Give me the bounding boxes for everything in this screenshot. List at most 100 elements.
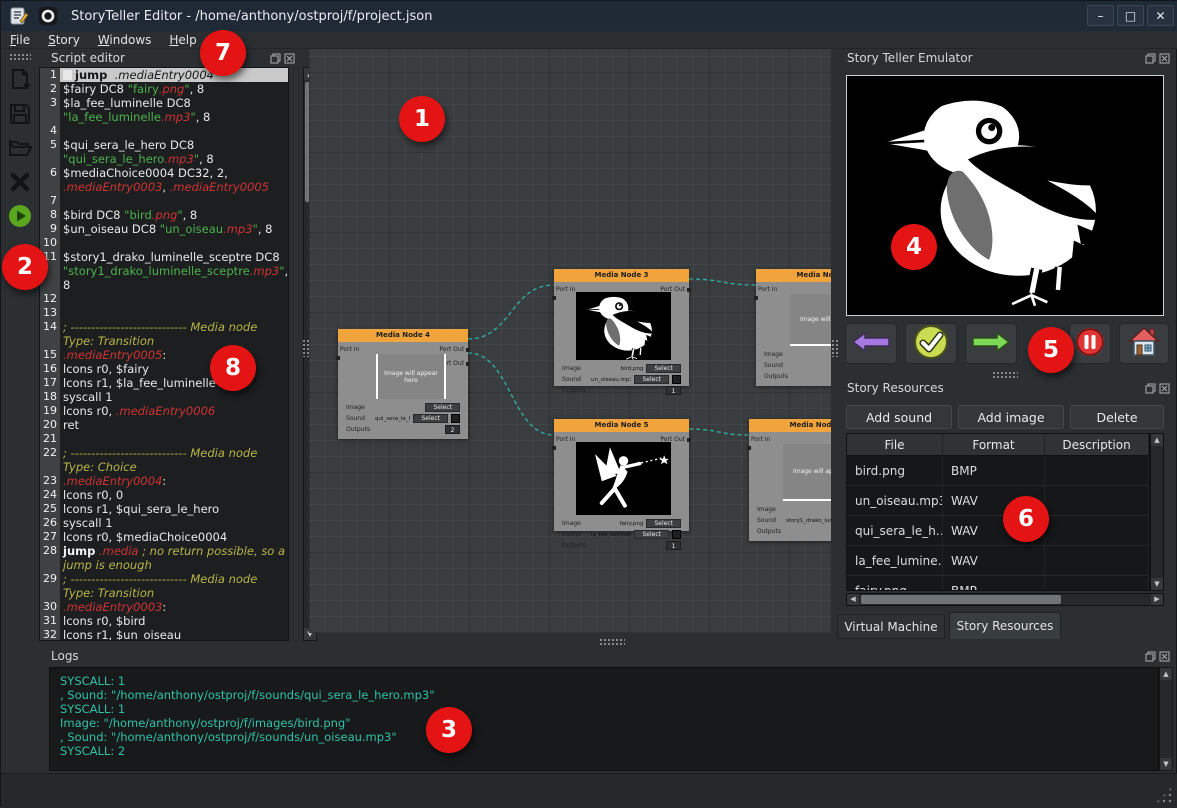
code-line[interactable]: 10 <box>40 236 288 250</box>
home-button[interactable] <box>1119 323 1169 364</box>
code-line[interactable]: 11$story1_drako_luminelle_sceptre DC8 <box>40 250 288 264</box>
tab-virtual-machine[interactable]: Virtual Machine <box>837 614 945 639</box>
port-in[interactable] <box>552 296 556 300</box>
select-button[interactable]: Select <box>646 519 681 528</box>
clear-sound-button[interactable] <box>672 375 681 384</box>
clear-sound-button[interactable] <box>672 530 681 539</box>
close-button[interactable]: ✕ <box>1147 5 1174 26</box>
code-line[interactable]: 28jump .media ; no return possible, so a <box>40 544 288 558</box>
float-panel-icon[interactable] <box>1145 383 1156 394</box>
port-out[interactable] <box>466 362 470 366</box>
table-row[interactable]: un_oiseau.mp3WAV <box>847 486 1149 516</box>
port-in[interactable] <box>754 296 758 300</box>
delete-button[interactable]: Delete <box>1070 405 1164 429</box>
maximize-button[interactable]: □ <box>1117 5 1144 26</box>
close-panel-icon[interactable] <box>1159 53 1170 64</box>
code-line[interactable]: .mediaEntry0003, .mediaEntry0005 <box>40 180 288 194</box>
column-header[interactable]: File <box>847 434 943 455</box>
code-line[interactable]: 6$mediaChoice0004 DC32, 2, <box>40 166 288 180</box>
media-node[interactable]: Media Node 2Port InImage will appear her… <box>756 269 831 386</box>
code-line[interactable]: 32lcons r1, $un_oiseau <box>40 628 288 641</box>
splitter-right[interactable] <box>831 339 838 357</box>
close-panel-icon[interactable] <box>1159 383 1170 394</box>
code-line[interactable]: Type: Transition <box>40 334 288 348</box>
nav-drag-handle[interactable] <box>992 371 1018 378</box>
select-button[interactable]: Select <box>634 375 669 384</box>
add-image-button[interactable]: Add image <box>958 405 1064 429</box>
port-out[interactable] <box>466 348 470 352</box>
new-file-button[interactable] <box>7 67 33 93</box>
float-panel-icon[interactable] <box>1145 53 1156 64</box>
scrollbar-thumb[interactable] <box>861 595 1061 604</box>
node-title[interactable]: Media Node 2 <box>756 269 831 282</box>
splitter-left[interactable] <box>302 339 309 357</box>
code-line[interactable]: 29; ---------------------------- Media n… <box>40 572 288 586</box>
code-line[interactable]: 20ret <box>40 418 288 432</box>
code-line[interactable]: 25lcons r1, $qui_sera_le_hero <box>40 502 288 516</box>
scroll-down-icon[interactable]: ▼ <box>1160 758 1172 770</box>
add-sound-button[interactable]: Add sound <box>846 405 952 429</box>
save-button[interactable] <box>7 101 33 127</box>
menu-windows[interactable]: Windows <box>89 32 161 48</box>
column-header[interactable]: Description <box>1045 434 1149 455</box>
code-line[interactable]: 21 <box>40 432 288 446</box>
outputs-spinner[interactable]: 2 <box>445 425 460 434</box>
select-button[interactable]: Select <box>634 530 669 539</box>
select-button[interactable]: Select <box>646 364 681 373</box>
resize-grip[interactable] <box>1155 786 1173 804</box>
table-row[interactable]: la_fee_lumine…WAV <box>847 546 1149 576</box>
code-line-current[interactable]: 1jump .mediaEntry0004 <box>40 68 288 82</box>
outputs-spinner[interactable]: 1 <box>666 541 681 550</box>
splitter-bottom[interactable] <box>599 638 625 645</box>
table-row[interactable]: qui_sera_le_h…WAV <box>847 516 1149 546</box>
clear-cross-button[interactable] <box>7 169 33 195</box>
toolbar-drag-handle[interactable] <box>9 53 31 60</box>
code-line[interactable]: 13 <box>40 306 288 320</box>
select-button[interactable]: Select <box>425 403 460 412</box>
code-line[interactable]: 31lcons r0, $bird <box>40 614 288 628</box>
code-line[interactable]: 9$un_oiseau DC8 "un_oiseau.mp3", 8 <box>40 222 288 236</box>
node-title[interactable]: Media Node 5 <box>554 419 689 432</box>
logs-scrollbar[interactable]: ▲ ▼ <box>1159 667 1173 771</box>
column-header[interactable]: Format <box>943 434 1045 455</box>
port-out[interactable] <box>687 438 691 442</box>
media-node[interactable]: Media Node 4Port InPort OutPort OutImage… <box>338 329 468 439</box>
node-title[interactable]: Media Node 4 <box>338 329 468 342</box>
ok-check-button[interactable] <box>905 323 957 364</box>
table-row[interactable]: bird.pngBMP <box>847 456 1149 486</box>
resources-table[interactable]: FileFormatDescriptionbird.pngBMPun_oisea… <box>846 433 1150 591</box>
code-line[interactable]: 12 <box>40 292 288 306</box>
code-line[interactable]: "story1_drako_luminelle_sceptre.mp3", <box>40 264 288 278</box>
menu-file[interactable]: File <box>1 32 39 48</box>
resources-table-hscrollbar[interactable]: ◀ ▶ <box>846 593 1164 606</box>
code-line[interactable]: 30.mediaEntry0003: <box>40 600 288 614</box>
float-panel-icon[interactable] <box>1145 651 1156 662</box>
code-line[interactable]: 14; ---------------------------- Media n… <box>40 320 288 334</box>
code-line[interactable]: jump is enough <box>40 558 288 572</box>
resources-table-vscrollbar[interactable]: ▲ ▼ <box>1150 433 1164 591</box>
code-line[interactable]: 5$qui_sera_le_hero DC8 <box>40 138 288 152</box>
menu-help[interactable]: Help <box>160 32 205 48</box>
scroll-up-icon[interactable]: ▲ <box>1160 668 1172 680</box>
media-node[interactable]: Media Node 6Port InImage will appear her… <box>749 419 831 541</box>
code-line[interactable]: Type: Choice <box>40 460 288 474</box>
clear-sound-button[interactable] <box>451 414 460 423</box>
code-line[interactable]: 23.mediaEntry0004: <box>40 474 288 488</box>
run-button[interactable] <box>7 203 33 229</box>
port-in[interactable] <box>336 356 340 360</box>
code-line[interactable]: 18syscall 1 <box>40 390 288 404</box>
node-title[interactable]: Media Node 6 <box>749 419 831 432</box>
next-arrow-button[interactable] <box>965 323 1017 364</box>
select-button[interactable]: Select <box>413 414 448 423</box>
scroll-up-icon[interactable]: ▲ <box>1151 434 1163 446</box>
back-arrow-button[interactable] <box>845 323 897 364</box>
port-in[interactable] <box>747 446 751 450</box>
code-line[interactable]: "la_fee_luminelle.mp3", 8 <box>40 110 288 124</box>
code-line[interactable]: "qui_sera_le_hero.mp3", 8 <box>40 152 288 166</box>
code-line[interactable]: 22; ---------------------------- Media n… <box>40 446 288 460</box>
code-line[interactable]: 24lcons r0, 0 <box>40 488 288 502</box>
code-line[interactable]: 27lcons r0, $mediaChoice0004 <box>40 530 288 544</box>
code-line[interactable]: 26syscall 1 <box>40 516 288 530</box>
scroll-down-icon[interactable]: ▼ <box>1151 578 1163 590</box>
table-row[interactable]: fairy.pngBMP <box>847 576 1149 591</box>
